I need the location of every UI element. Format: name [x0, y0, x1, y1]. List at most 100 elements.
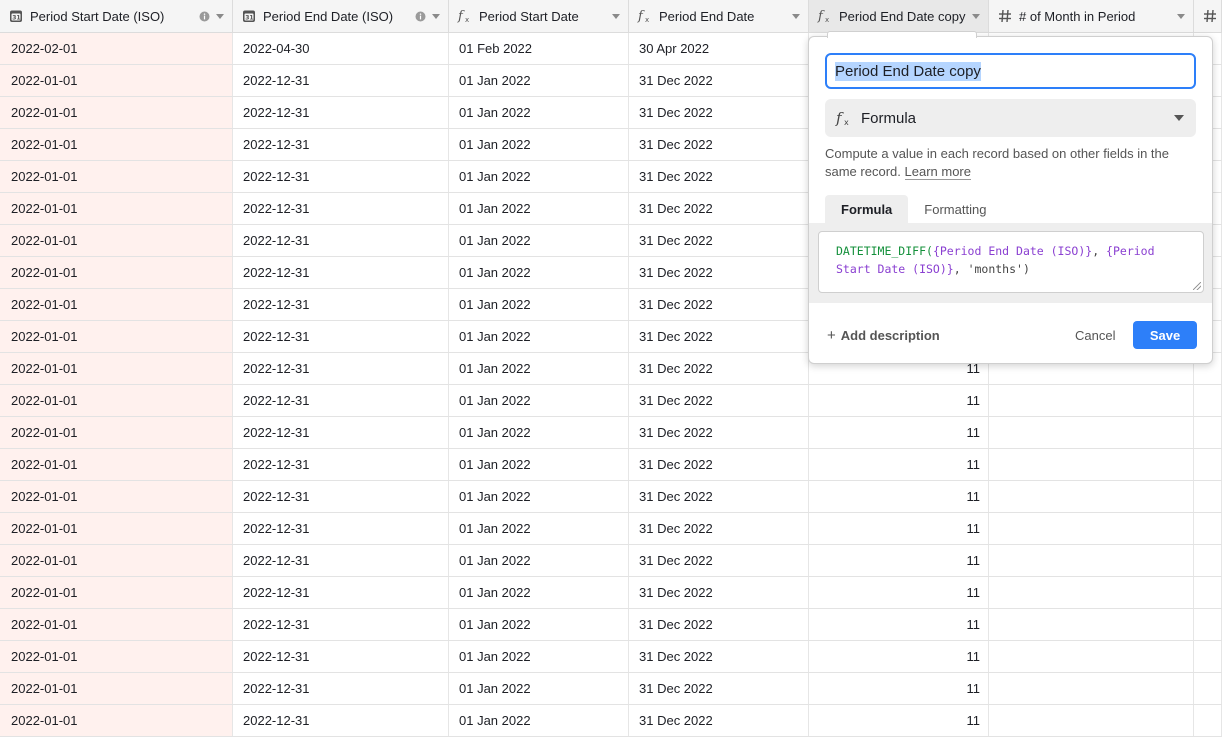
table-cell[interactable]: 11: [809, 609, 989, 640]
table-cell[interactable]: 2022-01-01: [0, 481, 233, 512]
table-cell[interactable]: 11: [809, 705, 989, 736]
table-cell[interactable]: 30 Apr 2022: [629, 33, 809, 64]
table-cell[interactable]: 01 Jan 2022: [449, 545, 629, 576]
table-cell[interactable]: [1194, 673, 1222, 704]
table-cell[interactable]: [1194, 385, 1222, 416]
table-row[interactable]: 2022-01-01 2022-12-31 01 Jan 2022 31 Dec 20…: [0, 673, 1222, 705]
table-cell[interactable]: 31 Dec 2022: [629, 577, 809, 608]
table-cell[interactable]: 2022-01-01: [0, 641, 233, 672]
table-row[interactable]: 2022-01-01 2022-12-31 01 Jan 2022 31 Dec 20…: [0, 385, 1222, 417]
table-cell[interactable]: 2022-01-01: [0, 225, 233, 256]
table-cell[interactable]: [1194, 481, 1222, 512]
table-cell[interactable]: 01 Jan 2022: [449, 481, 629, 512]
table-cell[interactable]: 2022-12-31: [233, 609, 449, 640]
column-header[interactable]: # of Month in Period: [989, 0, 1194, 32]
field-name-input[interactable]: Period End Date copy: [825, 53, 1196, 89]
table-cell[interactable]: 2022-12-31: [233, 545, 449, 576]
column-header[interactable]: f x Period Start Date: [449, 0, 629, 32]
table-cell[interactable]: 2022-01-01: [0, 353, 233, 384]
table-cell[interactable]: 2022-12-31: [233, 289, 449, 320]
table-cell[interactable]: 2022-02-01: [0, 33, 233, 64]
table-cell[interactable]: 2022-01-01: [0, 385, 233, 416]
table-cell[interactable]: 01 Jan 2022: [449, 353, 629, 384]
table-cell[interactable]: 01 Jan 2022: [449, 449, 629, 480]
table-cell[interactable]: 11: [809, 417, 989, 448]
table-cell[interactable]: 01 Jan 2022: [449, 65, 629, 96]
table-cell[interactable]: 2022-12-31: [233, 129, 449, 160]
table-cell[interactable]: 01 Jan 2022: [449, 289, 629, 320]
info-icon[interactable]: [415, 10, 426, 25]
table-cell[interactable]: 2022-12-31: [233, 65, 449, 96]
table-cell[interactable]: 2022-01-01: [0, 449, 233, 480]
table-cell[interactable]: [1194, 705, 1222, 736]
table-cell[interactable]: 31 Dec 2022: [629, 161, 809, 192]
table-cell[interactable]: 2022-01-01: [0, 161, 233, 192]
table-cell[interactable]: 11: [809, 545, 989, 576]
table-cell[interactable]: 31 Dec 2022: [629, 321, 809, 352]
table-row[interactable]: 2022-01-01 2022-12-31 01 Jan 2022 31 Dec 20…: [0, 577, 1222, 609]
table-cell[interactable]: 2022-01-01: [0, 257, 233, 288]
column-header[interactable]: 31 Period Start Date (ISO): [0, 0, 233, 32]
table-cell[interactable]: [1194, 513, 1222, 544]
table-cell[interactable]: 31 Dec 2022: [629, 481, 809, 512]
learn-more-link[interactable]: Learn more: [904, 164, 971, 180]
table-cell[interactable]: 11: [809, 513, 989, 544]
table-cell[interactable]: 01 Jan 2022: [449, 513, 629, 544]
table-cell[interactable]: [989, 545, 1194, 576]
info-icon[interactable]: [199, 10, 210, 25]
table-cell[interactable]: 31 Dec 2022: [629, 353, 809, 384]
table-cell[interactable]: 01 Jan 2022: [449, 673, 629, 704]
table-cell[interactable]: 2022-01-01: [0, 705, 233, 736]
add-description-button[interactable]: + Add description: [827, 327, 940, 344]
chevron-down-icon[interactable]: [972, 14, 980, 19]
table-cell[interactable]: [989, 481, 1194, 512]
table-row[interactable]: 2022-01-01 2022-12-31 01 Jan 2022 31 Dec 20…: [0, 513, 1222, 545]
table-cell[interactable]: 31 Dec 2022: [629, 193, 809, 224]
column-header[interactable]: f x Period End Date: [629, 0, 809, 32]
table-cell[interactable]: 2022-12-31: [233, 193, 449, 224]
cancel-button[interactable]: Cancel: [1075, 328, 1115, 343]
table-row[interactable]: 2022-01-01 2022-12-31 01 Jan 2022 31 Dec 20…: [0, 641, 1222, 673]
table-cell[interactable]: 2022-01-01: [0, 193, 233, 224]
field-type-select[interactable]: fx Formula: [825, 99, 1196, 137]
table-cell[interactable]: 01 Jan 2022: [449, 225, 629, 256]
table-cell[interactable]: 2022-12-31: [233, 449, 449, 480]
table-cell[interactable]: 2022-12-31: [233, 705, 449, 736]
formula-editor[interactable]: DATETIME_DIFF({Period End Date (ISO)}, {…: [818, 231, 1204, 293]
table-cell[interactable]: 2022-12-31: [233, 577, 449, 608]
table-cell[interactable]: [989, 609, 1194, 640]
table-cell[interactable]: 2022-04-30: [233, 33, 449, 64]
table-row[interactable]: 2022-01-01 2022-12-31 01 Jan 2022 31 Dec 20…: [0, 705, 1222, 737]
table-cell[interactable]: 2022-12-31: [233, 161, 449, 192]
table-cell[interactable]: 11: [809, 641, 989, 672]
save-button[interactable]: Save: [1133, 321, 1197, 349]
table-cell[interactable]: 2022-12-31: [233, 513, 449, 544]
table-cell[interactable]: 01 Jan 2022: [449, 417, 629, 448]
table-cell[interactable]: 2022-12-31: [233, 225, 449, 256]
table-cell[interactable]: 31 Dec 2022: [629, 449, 809, 480]
table-cell[interactable]: 2022-01-01: [0, 129, 233, 160]
table-cell[interactable]: 01 Jan 2022: [449, 577, 629, 608]
table-cell[interactable]: [989, 449, 1194, 480]
table-cell[interactable]: [1194, 417, 1222, 448]
table-cell[interactable]: 31 Dec 2022: [629, 257, 809, 288]
table-cell[interactable]: 2022-01-01: [0, 321, 233, 352]
table-cell[interactable]: 31 Dec 2022: [629, 225, 809, 256]
table-cell[interactable]: 2022-12-31: [233, 97, 449, 128]
table-cell[interactable]: 11: [809, 481, 989, 512]
table-cell[interactable]: 01 Jan 2022: [449, 385, 629, 416]
table-cell[interactable]: 01 Jan 2022: [449, 257, 629, 288]
table-cell[interactable]: 11: [809, 577, 989, 608]
chevron-down-icon[interactable]: [216, 14, 224, 19]
table-cell[interactable]: 01 Jan 2022: [449, 321, 629, 352]
table-cell[interactable]: 11: [809, 673, 989, 704]
column-header[interactable]: [1194, 0, 1222, 32]
table-cell[interactable]: 2022-01-01: [0, 609, 233, 640]
table-cell[interactable]: 01 Jan 2022: [449, 705, 629, 736]
table-cell[interactable]: 2022-01-01: [0, 97, 233, 128]
table-cell[interactable]: 31 Dec 2022: [629, 417, 809, 448]
table-cell[interactable]: [1194, 609, 1222, 640]
table-cell[interactable]: 2022-01-01: [0, 577, 233, 608]
table-cell[interactable]: 11: [809, 449, 989, 480]
table-cell[interactable]: 2022-12-31: [233, 385, 449, 416]
